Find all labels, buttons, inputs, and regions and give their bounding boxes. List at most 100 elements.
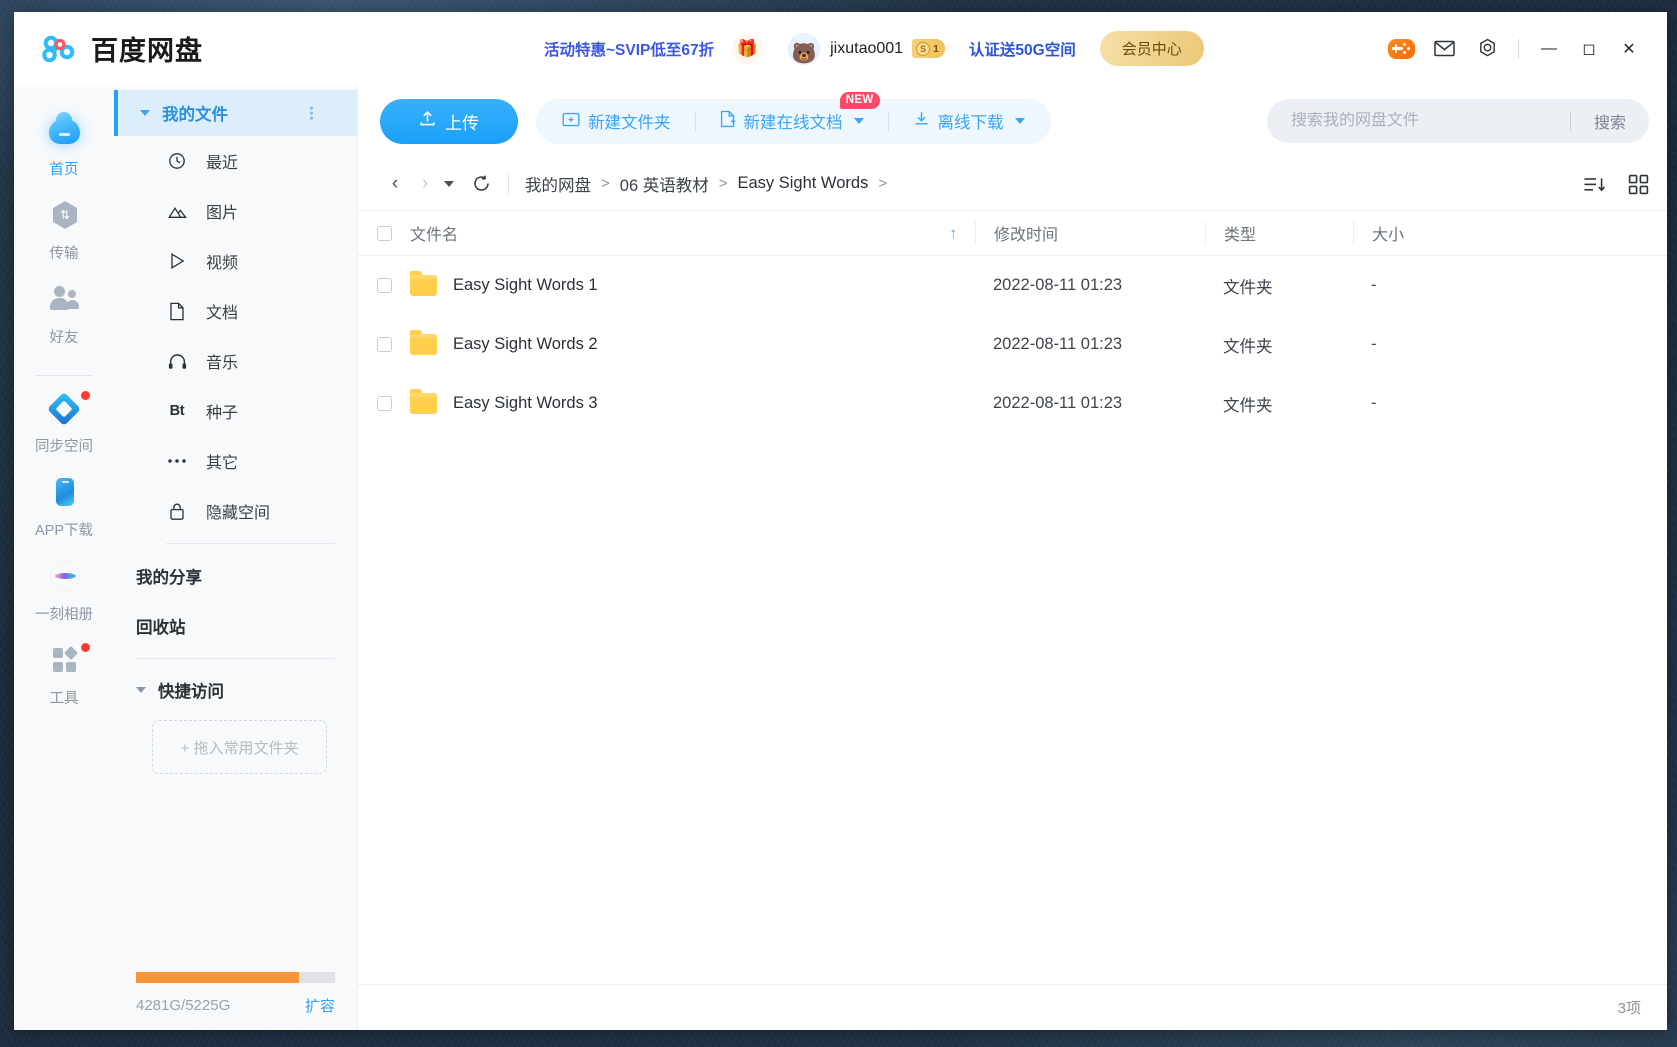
refresh-icon[interactable] <box>468 171 494 197</box>
category-list: 我的文件 最近 <box>114 85 357 972</box>
sidebar-divider-2 <box>136 658 335 659</box>
promo-svip-link[interactable]: 活动特惠~SVIP低至67折 <box>544 38 714 60</box>
svip-level: 1 <box>933 43 939 55</box>
new-folder-button[interactable]: 新建文件夹 <box>558 109 675 133</box>
breadcrumb-item-1[interactable]: 06 英语教材 <box>620 172 709 196</box>
sidebar-item-my-share[interactable]: 我的分享 <box>114 551 357 601</box>
username[interactable]: jixutao001 <box>830 40 903 58</box>
search-input[interactable] <box>1267 112 1570 130</box>
column-header-type[interactable]: 类型 <box>1205 221 1353 245</box>
storage-meter: 4281G/5225G 扩容 <box>114 972 357 1030</box>
quick-access-drop-zone[interactable]: + 拖入常用文件夹 <box>152 720 327 774</box>
rail-item-home[interactable]: 首页 <box>14 109 114 193</box>
doc-plus-icon <box>720 110 736 133</box>
offline-download-button[interactable]: 离线下载 <box>909 109 1029 133</box>
gamepad-icon[interactable] <box>1384 32 1418 66</box>
bear-avatar-icon: 🐻 <box>792 44 817 64</box>
status-badge-svip[interactable]: S 1 <box>912 39 945 58</box>
breadcrumb-item-current[interactable]: Easy Sight Words <box>737 174 868 193</box>
sidebar-item-others[interactable]: 其它 <box>114 436 357 486</box>
view-tools <box>1583 157 1649 211</box>
lock-icon <box>166 500 188 522</box>
select-all-checkbox[interactable] <box>377 226 392 241</box>
chevron-down-icon-history[interactable] <box>444 181 454 187</box>
maximize-button[interactable]: ◻ <box>1569 30 1609 68</box>
chevron-down-icon-doc <box>854 118 864 124</box>
rail-item-friends[interactable]: 好友 <box>14 277 114 361</box>
nav-forward-button[interactable]: › <box>410 173 440 195</box>
sidebar-item-documents[interactable]: 文档 <box>114 286 357 336</box>
table-header: 文件名 ↑ 修改时间 类型 大小 <box>358 211 1667 256</box>
sidebar-item-pictures[interactable]: 图片 <box>114 186 357 236</box>
promo-verify-link[interactable]: 认证送50G空间 <box>969 38 1076 60</box>
sort-ascending-icon: ↑ <box>950 225 958 242</box>
sidebar-item-my-files[interactable]: 我的文件 <box>114 90 357 136</box>
list-sort-icon[interactable] <box>1583 175 1606 194</box>
row-checkbox[interactable] <box>377 396 392 411</box>
sidebar-item-recent[interactable]: 最近 <box>114 136 357 186</box>
upload-button[interactable]: 上传 <box>380 99 518 144</box>
rail-label-album: 一刻相册 <box>35 603 93 624</box>
folder-icon <box>410 393 437 414</box>
folder-plus-icon <box>562 111 580 132</box>
row-file-name[interactable]: Easy Sight Words 1 <box>453 276 598 295</box>
grid-view-icon[interactable] <box>1628 174 1649 195</box>
sidebar-item-music[interactable]: 音乐 <box>114 336 357 386</box>
rail-item-app-download[interactable]: APP下载 <box>14 470 114 554</box>
breadcrumb-item-root[interactable]: 我的网盘 <box>525 172 591 196</box>
gift-icon[interactable]: 🎁 <box>732 34 762 64</box>
sidebar-item-recycle-bin[interactable]: 回收站 <box>114 601 357 651</box>
table-row[interactable]: Easy Sight Words 1 2022-08-11 01:23 文件夹 … <box>358 256 1667 315</box>
row-checkbox[interactable] <box>377 278 392 293</box>
column-header-name[interactable]: 文件名 ↑ <box>410 221 975 245</box>
file-toolbar: 上传 新建文件夹 <box>358 85 1667 157</box>
expand-storage-link[interactable]: 扩容 <box>305 995 335 1016</box>
row-name-cell: Easy Sight Words 2 <box>410 334 975 355</box>
column-header-size[interactable]: 大小 <box>1353 221 1519 245</box>
bt-icon: Bt <box>166 400 188 422</box>
gear-icon[interactable] <box>1470 32 1504 66</box>
kebab-menu-icon[interactable] <box>310 107 313 120</box>
rail-label-sync-space: 同步空间 <box>35 435 93 456</box>
row-modified: 2022-08-11 01:23 <box>975 394 1205 413</box>
sidebar-item-torrent[interactable]: Bt 种子 <box>114 386 357 436</box>
close-button[interactable]: ✕ <box>1609 30 1649 68</box>
search-box: 搜索 <box>1267 99 1649 143</box>
row-type: 文件夹 <box>1205 333 1353 357</box>
rail-item-transfer[interactable]: ⇅ 传输 <box>14 193 114 277</box>
row-checkbox[interactable] <box>377 337 392 352</box>
sidebar-item-hidden-space[interactable]: 隐藏空间 <box>114 486 357 536</box>
row-file-name[interactable]: Easy Sight Words 3 <box>453 394 598 413</box>
minimize-button[interactable]: — <box>1529 30 1569 68</box>
sidebar-item-label-recent: 最近 <box>206 149 238 173</box>
column-header-modified[interactable]: 修改时间 <box>975 221 1205 245</box>
chevron-down-icon-quick <box>136 687 146 693</box>
column-header-type-label: 类型 <box>1224 227 1256 244</box>
new-online-doc-button[interactable]: 新建在线文档 NEW <box>716 109 868 133</box>
quick-access-drop-hint: + 拖入常用文件夹 <box>181 737 299 758</box>
nav-back-button[interactable]: ‹ <box>380 173 410 195</box>
sidebar-section-quick-access[interactable]: 快捷访问 <box>114 666 357 714</box>
toolbar-separator-2 <box>888 111 889 131</box>
rail-item-tools[interactable]: 工具 <box>14 638 114 722</box>
table-row[interactable]: Easy Sight Words 2 2022-08-11 01:23 文件夹 … <box>358 315 1667 374</box>
vip-center-button[interactable]: 会员中心 <box>1100 31 1204 66</box>
rail-item-album[interactable]: 一刻相册 <box>14 554 114 638</box>
status-bar: 3项 <box>358 984 1667 1030</box>
table-row[interactable]: Easy Sight Words 3 2022-08-11 01:23 文件夹 … <box>358 374 1667 433</box>
svip-coin-icon: S <box>916 42 930 56</box>
column-header-name-label: 文件名 <box>410 221 458 245</box>
search-button[interactable]: 搜索 <box>1571 109 1649 133</box>
rail-item-sync-space[interactable]: 同步空间 <box>14 386 114 470</box>
row-file-name[interactable]: Easy Sight Words 2 <box>453 335 598 354</box>
row-modified: 2022-08-11 01:23 <box>975 335 1205 354</box>
mail-icon[interactable] <box>1427 32 1461 66</box>
item-count: 3项 <box>1618 997 1641 1018</box>
avatar[interactable]: 🐻 <box>788 33 820 65</box>
document-icon <box>166 300 188 322</box>
row-type: 文件夹 <box>1205 392 1353 416</box>
row-size: - <box>1353 335 1519 354</box>
titlebar-promo-zone: 活动特惠~SVIP低至67折 🎁 🐻 jixutao001 S 1 认证送50G… <box>544 12 1204 85</box>
sidebar-item-videos[interactable]: 视频 <box>114 236 357 286</box>
breadcrumb-separator-3: > <box>878 175 887 192</box>
